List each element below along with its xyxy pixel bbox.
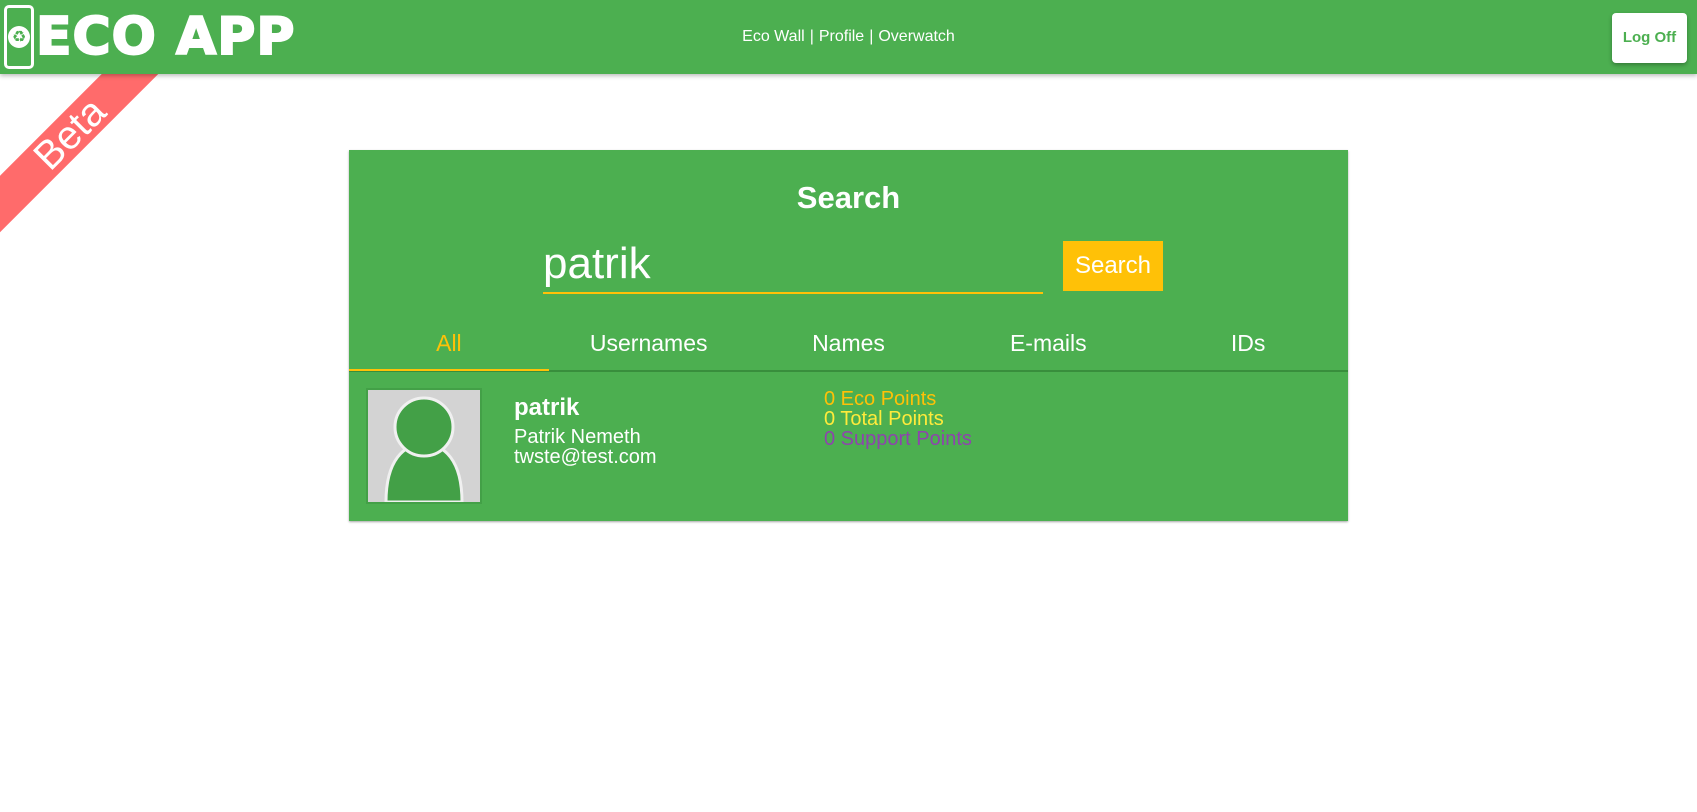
tab-ids[interactable]: IDs [1148,322,1348,370]
nav-eco-wall[interactable]: Eco Wall [742,28,805,45]
top-bar: ♻ ECO APP Eco Wall | Profile | Overwatch Log… [0,0,1697,74]
beta-ribbon: Beta [0,74,160,234]
nav-profile[interactable]: Profile [819,28,864,45]
search-title: Search [796,180,901,215]
result-support-points: 0 Support Points [824,428,972,450]
tab-names[interactable]: Names [749,322,949,370]
user-silhouette-icon [368,390,480,502]
beta-label: Beta [0,74,160,234]
search-filter-tabs: All Usernames Names E-mails IDs [349,322,1348,371]
log-off-button[interactable]: Log Off [1612,13,1687,63]
search-button[interactable]: Search [1063,241,1163,291]
nav-separator: | [869,28,874,45]
avatar[interactable] [366,388,482,504]
search-panel: Search Search All Usernames Names E-mail… [349,150,1348,521]
result-item[interactable]: patrik Patrik Nemeth twste@test.com 0 Ec… [349,371,1348,522]
result-username[interactable]: patrik [514,394,579,422]
tab-all[interactable]: All [349,322,549,371]
recycle-icon: ♻ [8,26,30,48]
result-email: twste@test.com [514,446,657,468]
search-input[interactable] [543,236,1043,294]
app-logo[interactable]: ♻ ECO APP [4,4,295,70]
nav-overwatch[interactable]: Overwatch [878,28,954,45]
tab-emails[interactable]: E-mails [948,322,1148,370]
recycle-phone-icon: ♻ [4,5,34,69]
app-logo-text: ECO APP [35,6,296,68]
nav-separator: | [809,28,814,45]
tab-usernames[interactable]: Usernames [549,322,749,370]
